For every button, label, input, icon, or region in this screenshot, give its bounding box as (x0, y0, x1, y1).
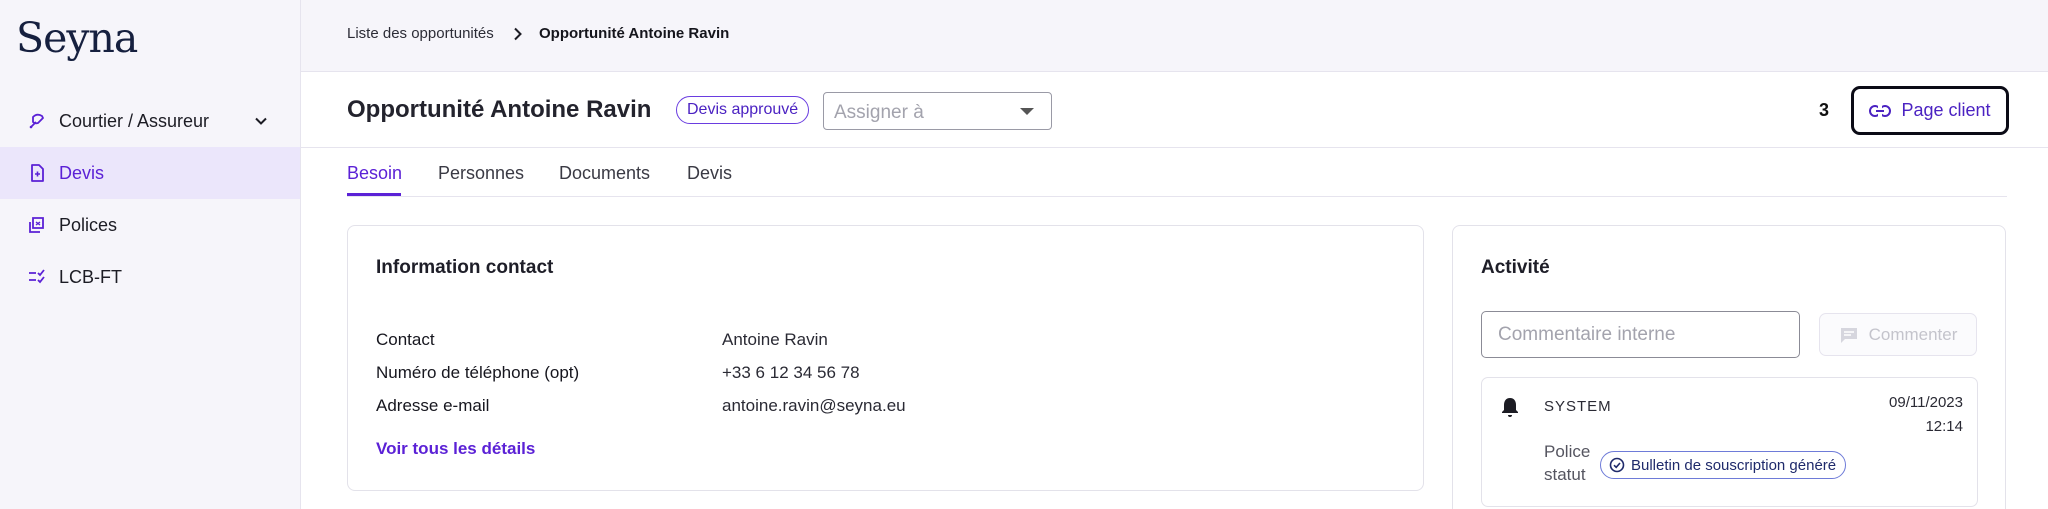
client-page-label: Page client (1901, 100, 1991, 120)
chevron-right-icon (512, 27, 524, 41)
header-divider (301, 147, 2048, 148)
sidebar-item-devis[interactable]: Devis (0, 147, 300, 199)
checklist-icon (28, 268, 46, 286)
event-source: SYSTEM (1544, 398, 1612, 415)
tabs-divider (347, 196, 2007, 197)
seyna-logo[interactable]: Seyna (16, 14, 138, 62)
activity-card: Activité Commentaire interne Commenter S… (1452, 225, 2006, 509)
sidebar-item-lcb-ft[interactable]: LCB-FT (0, 251, 300, 303)
comment-icon (1839, 326, 1859, 344)
field-value-contact: Antoine Ravin (722, 330, 828, 349)
quote-document-icon (28, 164, 46, 182)
tab-documents[interactable]: Documents (559, 163, 650, 184)
activity-card-title: Activité (1481, 257, 1550, 278)
tab-personnes[interactable]: Personnes (438, 163, 524, 184)
breadcrumb: Liste des opportunités Opportunité Antoi… (301, 0, 2048, 72)
sidebar: Seyna Courtier / Assureur Devis Polices … (0, 0, 301, 509)
comment-button-label: Commenter (1868, 324, 1958, 344)
sidebar-item-label: Courtier / Assureur (59, 110, 210, 131)
status-badge: Devis approuvé (676, 96, 810, 124)
assign-select[interactable]: Assigner à (823, 92, 1052, 130)
contact-card: Information contact Contact Antoine Ravi… (347, 225, 1424, 491)
caret-down-icon (1020, 108, 1034, 115)
chevron-down-icon[interactable] (254, 114, 268, 128)
field-value-phone: +33 6 12 34 56 78 (722, 363, 860, 382)
contact-card-title: Information contact (376, 257, 554, 278)
event-status-badge: Bulletin de souscription généré (1600, 451, 1847, 479)
event-badge-label: Bulletin de souscription généré (1631, 456, 1837, 474)
internal-comment-input[interactable]: Commentaire interne (1481, 311, 1800, 358)
sidebar-item-label: LCB-FT (59, 266, 122, 287)
bell-icon (1500, 396, 1520, 418)
event-time: 12:14 (1925, 418, 1963, 435)
event-label: Police statut (1544, 442, 1591, 484)
notification-count: 3 (1819, 100, 1830, 120)
field-value-email: antoine.ravin@seyna.eu (722, 396, 906, 415)
check-circle-icon (1609, 457, 1625, 473)
sidebar-item-polices[interactable]: Polices (0, 199, 300, 251)
policy-icon (28, 216, 46, 234)
link-icon (1869, 103, 1892, 118)
field-label-contact: Contact (376, 330, 435, 349)
field-label-phone: Numéro de téléphone (opt) (376, 363, 580, 382)
page-title: Opportunité Antoine Ravin (347, 96, 652, 123)
view-all-details-link[interactable]: Voir tous les détails (376, 439, 535, 459)
active-tab-indicator (347, 193, 401, 196)
activity-event: SYSTEM 09/11/2023 12:14 Police statut Bu… (1481, 377, 1978, 507)
breadcrumb-link-opportunities[interactable]: Liste des opportunités (347, 25, 494, 42)
assign-placeholder: Assigner à (834, 102, 924, 123)
broker-icon (28, 112, 46, 130)
tab-devis[interactable]: Devis (687, 163, 732, 184)
sidebar-item-courtier-assureur[interactable]: Courtier / Assureur (0, 95, 300, 147)
event-date: 09/11/2023 (1889, 394, 1963, 411)
breadcrumb-current: Opportunité Antoine Ravin (539, 25, 730, 42)
sidebar-item-label: Polices (59, 214, 118, 235)
sidebar-item-label: Devis (59, 162, 105, 183)
client-page-button[interactable]: Page client (1851, 86, 2009, 135)
field-label-email: Adresse e-mail (376, 396, 490, 415)
comment-placeholder: Commentaire interne (1498, 324, 1676, 345)
tab-besoin[interactable]: Besoin (347, 163, 402, 184)
comment-button[interactable]: Commenter (1819, 313, 1977, 356)
